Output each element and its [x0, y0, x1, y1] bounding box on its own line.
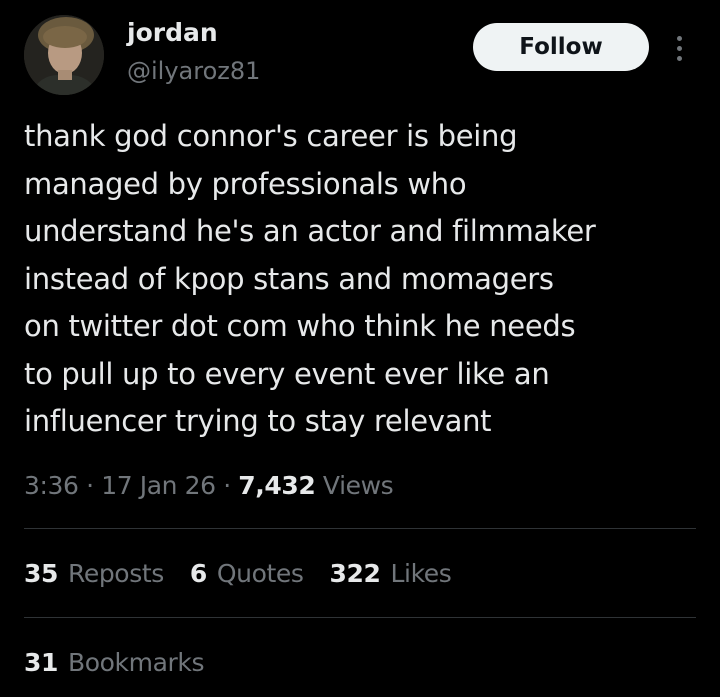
quotes-stat[interactable]: 6 Quotes [190, 556, 304, 592]
post-date[interactable]: 17 Jan 26 [101, 471, 216, 500]
author-handle[interactable]: @ilyaroz81 [127, 54, 260, 88]
likes-label: Likes [390, 559, 452, 588]
post-text: thank god connor's career is being manag… [24, 119, 596, 438]
more-vertical-icon [676, 35, 682, 41]
meta-separator: · [223, 471, 231, 500]
views-label: Views [322, 471, 394, 500]
likes-stat[interactable]: 322 Likes [330, 556, 452, 592]
post-card: jordan @ilyaroz81 Follow thank god conno… [0, 0, 720, 697]
divider [24, 528, 696, 529]
engagement-stats: 35 Reposts 6 Quotes 322 Likes [24, 556, 452, 592]
reposts-label: Reposts [68, 559, 164, 588]
quotes-count: 6 [189, 559, 207, 588]
quotes-label: Quotes [216, 559, 304, 588]
post-time[interactable]: 3:36 [24, 471, 79, 500]
bookmarks-label: Bookmarks [68, 648, 205, 677]
views-count: 7,432 [238, 471, 316, 500]
more-vertical-icon-dot [676, 55, 682, 61]
bookmarks-stat[interactable]: 31 Bookmarks [24, 645, 204, 681]
reposts-stat[interactable]: 35 Reposts [24, 556, 164, 592]
bookmarks-count: 31 [24, 648, 58, 677]
divider [24, 617, 696, 618]
likes-count: 322 [329, 559, 381, 588]
meta-separator: · [86, 471, 94, 500]
post-meta: 3:36 · 17 Jan 26 · 7,432 Views [24, 468, 394, 504]
more-vertical-icon-dot [676, 45, 682, 51]
avatar[interactable] [24, 15, 104, 95]
reposts-count: 35 [24, 559, 58, 588]
author-display-name[interactable]: jordan [127, 16, 218, 50]
follow-button[interactable]: Follow [473, 23, 649, 71]
more-options-button[interactable] [666, 28, 692, 68]
avatar-image [24, 15, 104, 95]
